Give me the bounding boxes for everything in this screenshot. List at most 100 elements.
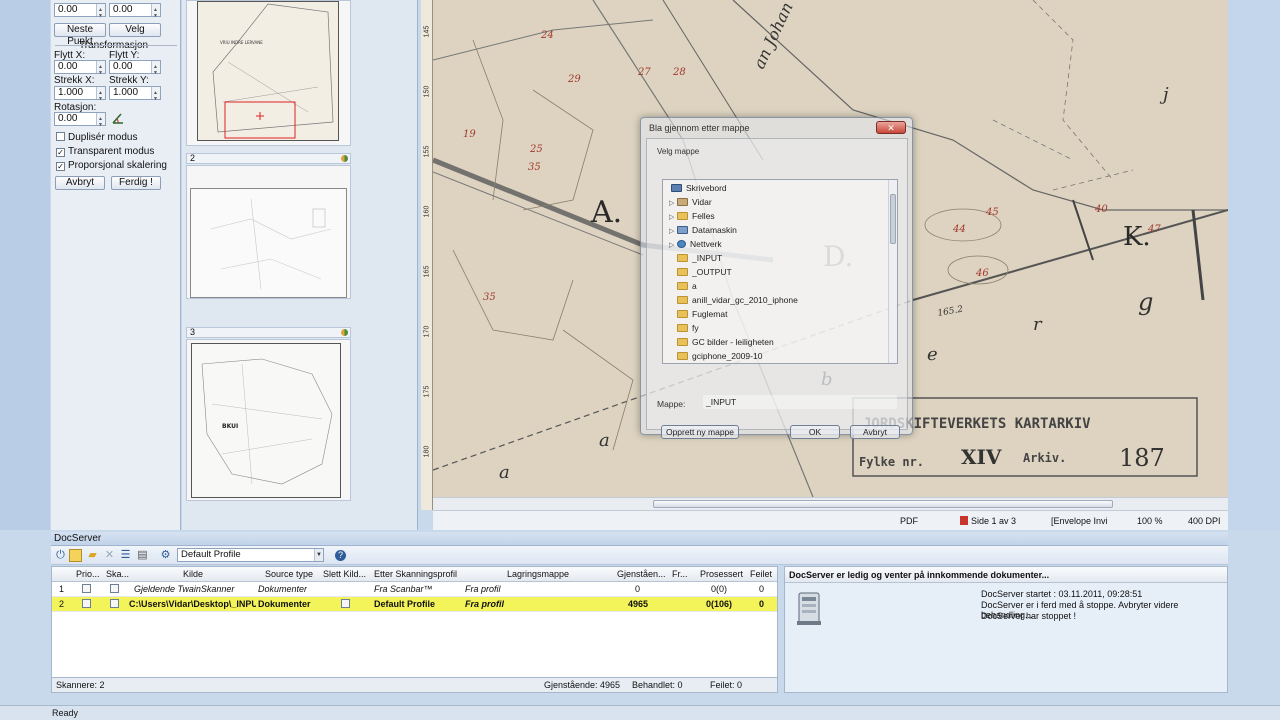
table-row[interactable]: 2 C:\Users\Vidar\Desktop\_INPUT Dokument… [52, 597, 777, 612]
thumbnail-page-1[interactable]: VRIU INDRE LERVANE [186, 0, 351, 146]
spin-arrows-icon[interactable] [96, 4, 105, 22]
dialog-cancel-button[interactable]: Avbryt [850, 425, 900, 439]
angle-tool-icon[interactable] [111, 111, 125, 125]
folder-icon [677, 254, 688, 262]
spin-arrows-icon[interactable] [96, 61, 105, 79]
tree-item[interactable]: _OUTPUT [669, 265, 732, 279]
delete-source-checkbox[interactable] [341, 599, 350, 610]
rotation-field[interactable]: 0.00 [54, 112, 106, 131]
folder-icon [677, 296, 688, 304]
thumbnail-page-3[interactable]: BKUI [186, 339, 351, 501]
tree-item[interactable]: ▷ Felles [669, 209, 715, 223]
tree-item[interactable]: _INPUT [669, 251, 722, 265]
scrollbar-thumb[interactable] [890, 194, 896, 244]
folder-name-field[interactable]: _INPUT [703, 395, 897, 409]
column-header[interactable]: Fr... [672, 569, 688, 579]
move-x-field[interactable]: 0.00 [54, 60, 106, 79]
scanner-icon[interactable]: ▤ [136, 549, 149, 562]
spin-arrows-icon[interactable] [151, 4, 160, 22]
tree-item[interactable]: GC bilder - leiligheten [669, 335, 774, 349]
thumbnail-header-3[interactable]: 3 [186, 327, 351, 338]
column-header[interactable]: Prio... [76, 569, 100, 579]
spin-arrows-icon[interactable] [96, 113, 105, 131]
column-header[interactable]: Source type [265, 569, 313, 579]
done-button[interactable]: Ferdig ! [111, 176, 161, 190]
chevron-down-icon[interactable]: ▼ [314, 549, 323, 561]
tree-vertical-scrollbar[interactable] [888, 180, 897, 363]
checkbox-checked-icon[interactable]: ✓ [56, 162, 65, 171]
thumbnail-header-2[interactable]: 2 [186, 153, 351, 164]
tree-item[interactable]: Fuglemat [669, 307, 727, 321]
map-horizontal-scrollbar[interactable] [433, 497, 1228, 510]
checkbox-checked-icon[interactable]: ✓ [56, 148, 65, 157]
proportional-scaling-checkbox[interactable]: ✓ Proporsjonal skalering [56, 160, 167, 172]
tree-item[interactable]: fy [669, 321, 699, 335]
help-icon[interactable]: ? [335, 550, 346, 561]
cancel-button[interactable]: Avbryt [55, 176, 105, 190]
remaining-cell: 0 [635, 584, 641, 594]
new-folder-button[interactable]: Opprett ny mappe [661, 425, 739, 439]
column-header[interactable]: Kilde [183, 569, 203, 579]
checkbox-box[interactable] [56, 132, 65, 141]
scan-checkbox[interactable] [110, 599, 119, 610]
profile-icon[interactable]: ⚙ [159, 549, 172, 562]
svg-text:VRIU INDRE LERVANE: VRIU INDRE LERVANE [220, 40, 263, 45]
spin-arrows-icon[interactable] [151, 61, 160, 79]
tree-item[interactable]: gciphone_2009-10 [669, 349, 762, 363]
processed-cell: 0(0) [711, 584, 728, 594]
map-label: g [1138, 288, 1153, 316]
column-header[interactable]: Etter Skanningsprofil [374, 569, 457, 579]
transparent-mode-checkbox[interactable]: ✓ Transparent modus [56, 146, 154, 158]
power-icon[interactable]: ⏻ [54, 549, 67, 562]
ok-button[interactable]: OK [790, 425, 840, 439]
parcel-number: 24 [540, 30, 554, 41]
dpi-label: 400 DPI [1188, 516, 1221, 526]
tree-item[interactable]: ▷ Datamaskin [669, 223, 737, 237]
column-header[interactable]: Gjenståen... [617, 569, 666, 579]
svg-text:XIV: XIV [961, 445, 1002, 469]
envelope-label: [Envelope Invi [1051, 516, 1108, 526]
column-header[interactable]: Slett Kild... [323, 569, 366, 579]
stretch-x-field[interactable]: 1.000 [54, 86, 106, 105]
type-cell: Dokumenter [258, 599, 311, 609]
stretch-x-label: Strekk X: [54, 75, 95, 86]
spin-arrows-icon[interactable] [151, 87, 160, 105]
tree-item[interactable]: ▷ Nettverk [669, 237, 722, 251]
tree-item[interactable]: Skrivebord [671, 181, 727, 195]
table-row[interactable]: 1 Gjeldende TwainSkanner Dokumenter Fra … [52, 582, 777, 597]
folder-tree[interactable]: Skrivebord ▷ Vidar ▷ Felles ▷ Datamaskin ▷ Nettv… [662, 179, 898, 364]
spin-arrows-icon[interactable] [96, 87, 105, 105]
thumbnail-page-2[interactable] [186, 165, 351, 299]
close-icon[interactable]: ✕ [876, 121, 906, 134]
parcel-number: 45 [985, 207, 999, 218]
x-value-field[interactable]: 0.00 [54, 3, 106, 22]
tree-item[interactable]: ▷ Vidar [669, 195, 712, 209]
thumbnail-map-icon: BKUI [201, 358, 333, 485]
tree-item[interactable]: a [669, 279, 697, 293]
scrollbar-thumb[interactable] [653, 500, 1113, 508]
tree-item[interactable]: anill_vidar_gc_2010_iphone [669, 293, 798, 307]
profile-select[interactable]: Default Profile ▼ [177, 548, 324, 562]
priority-checkbox[interactable] [82, 584, 91, 595]
y-value-field[interactable]: 0.00 [109, 3, 161, 22]
ruler-tick: 175 [423, 385, 431, 398]
ruler-tick: 160 [423, 205, 431, 218]
duplicate-mode-checkbox[interactable]: Duplisér modus [56, 132, 137, 144]
list-icon[interactable]: ☰ [119, 549, 132, 562]
column-header[interactable]: Ska... [106, 569, 129, 579]
tree-item-label: Vidar [692, 197, 712, 207]
move-y-field[interactable]: 0.00 [109, 60, 161, 79]
stretch-y-field[interactable]: 1.000 [109, 86, 161, 105]
star-folder-icon[interactable] [69, 549, 82, 562]
next-point-button[interactable]: Neste Punkt [54, 23, 106, 47]
column-header[interactable]: Feilet [750, 569, 772, 579]
tree-item-label: anill_vidar_gc_2010_iphone [692, 295, 798, 305]
scan-checkbox[interactable] [110, 584, 119, 595]
failed-total: Feilet: 0 [710, 680, 743, 690]
priority-checkbox[interactable] [82, 599, 91, 610]
folder-icon[interactable]: ▰ [86, 549, 99, 562]
column-header[interactable]: Prosessert [700, 569, 743, 579]
column-header[interactable]: Lagringsmappe [507, 569, 569, 579]
select-button[interactable]: Velg [109, 23, 161, 37]
delete-icon[interactable]: ✕ [103, 549, 116, 562]
